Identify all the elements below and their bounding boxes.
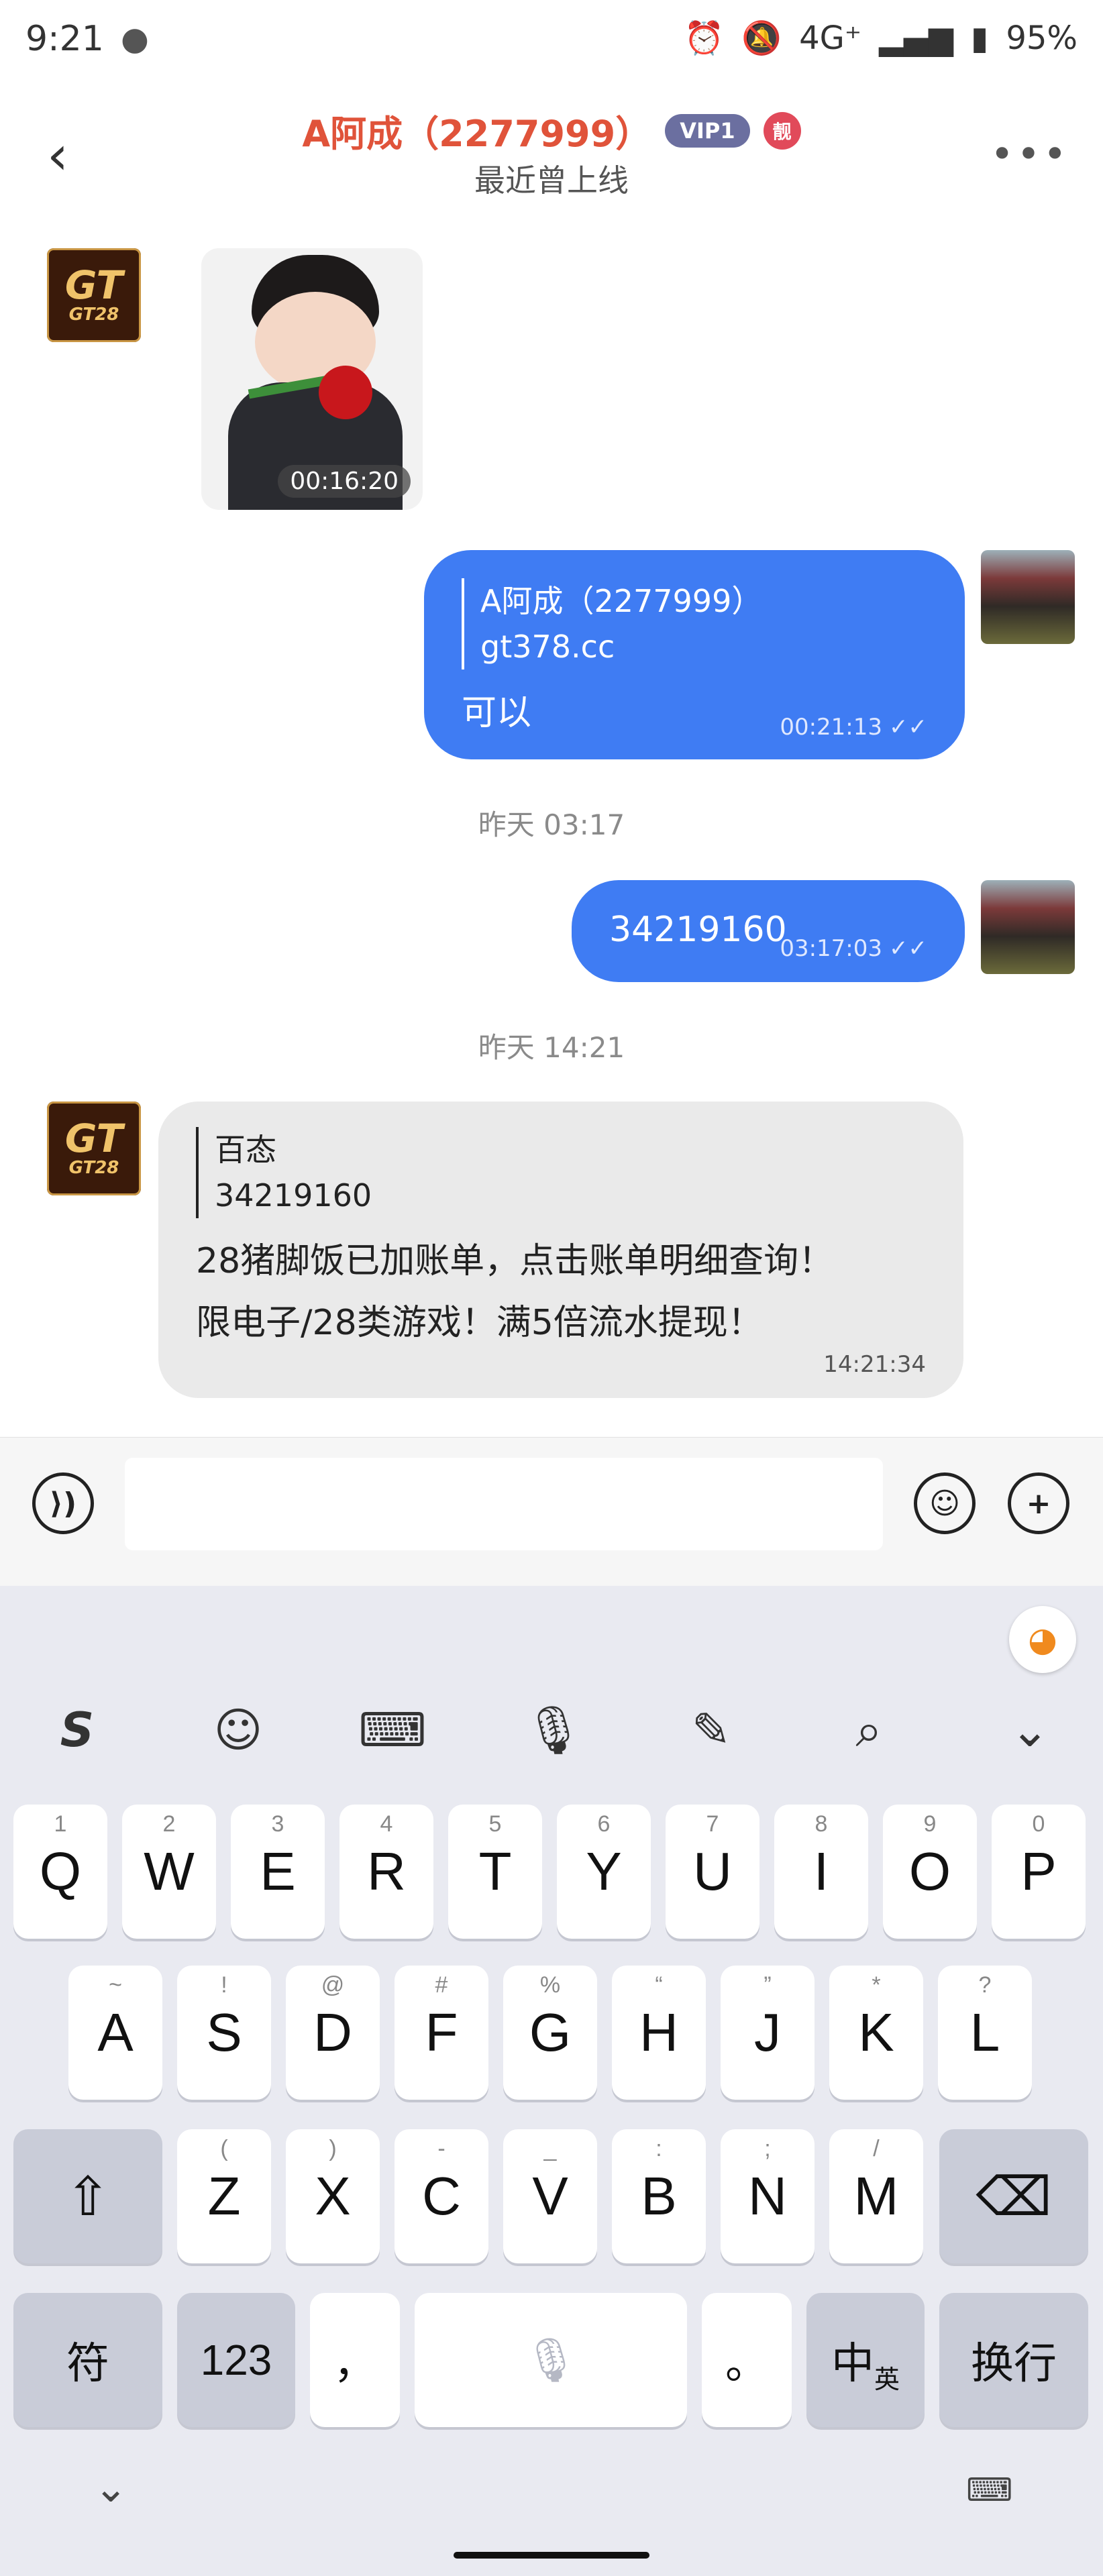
outgoing-message-bubble[interactable]: A阿成（2277999） gt378.cc 可以 00:21:13 ✓✓: [424, 550, 965, 759]
key-h[interactable]: “H: [612, 1966, 706, 2100]
emoji-face-icon[interactable]: ☺: [195, 1680, 282, 1780]
key-u[interactable]: 7U: [666, 1805, 759, 1939]
rose-image: [319, 366, 372, 419]
avatar-gt28[interactable]: GT GT28: [47, 248, 141, 342]
enter-key[interactable]: 换行: [939, 2293, 1088, 2427]
symbols-key[interactable]: 符: [13, 2293, 162, 2427]
key-p[interactable]: 0P: [992, 1805, 1086, 1939]
key-w[interactable]: 2W: [122, 1805, 216, 1939]
read-check-icon: ✓✓: [889, 714, 927, 741]
keyboard-layout-icon[interactable]: ⌨: [349, 1680, 436, 1780]
mascot-icon[interactable]: ◕: [1009, 1606, 1076, 1673]
mute-icon: 🔕: [741, 19, 782, 57]
status-time: 9:21: [25, 19, 104, 59]
keyboard-switch-icon[interactable]: ⌨: [966, 2471, 1012, 2509]
outgoing-message-bubble[interactable]: 34219160 03:17:03 ✓✓: [572, 880, 965, 982]
language-switch-key[interactable]: 中英: [806, 2293, 925, 2427]
space-key[interactable]: 🎙: [415, 2293, 687, 2427]
alarm-icon: ⏰: [684, 19, 725, 57]
key-v[interactable]: _ V: [503, 2129, 597, 2263]
key-m[interactable]: / M: [829, 2129, 923, 2263]
input-bar: ⟩) ☺ +: [0, 1437, 1103, 1587]
voice-input-icon[interactable]: ⟩): [32, 1472, 94, 1534]
keyboard-toolbar: S ☺ ⌨ 🎙 ✎ ⌕ ⌄: [0, 1680, 1103, 1780]
date-separator: 昨天 14:21: [478, 1031, 625, 1064]
key-e[interactable]: 3E: [231, 1805, 325, 1939]
network-type: 4G⁺: [799, 19, 862, 57]
shift-key[interactable]: ⇧: [13, 2129, 162, 2263]
key-k[interactable]: * K: [829, 1966, 923, 2100]
key-d[interactable]: @ D: [286, 1966, 380, 2100]
battery-level: 95%: [1006, 19, 1078, 57]
key-y[interactable]: 6Y: [557, 1805, 651, 1939]
key-g[interactable]: % G: [503, 1966, 597, 2100]
contact-name: A阿成（2277999）: [302, 113, 652, 155]
microphone-icon[interactable]: 🎙: [510, 1680, 597, 1780]
online-status: 最近曾上线: [474, 162, 629, 199]
message-time: 03:17:03: [780, 935, 883, 962]
chat-header: ‹ A阿成（2277999） VIP1 靓 最近曾上线 •••: [0, 84, 1103, 225]
handwriting-icon[interactable]: ✎: [668, 1680, 755, 1780]
key-z[interactable]: (Z: [177, 2129, 271, 2263]
key-b[interactable]: :B: [612, 2129, 706, 2263]
period-key[interactable]: 。: [702, 2293, 792, 2427]
message-text: 28猪脚饭已加账单，点击账单明细查询！ 限电子/28类游戏！满5倍流水提现！: [196, 1241, 834, 1343]
battery-icon: ▮: [970, 19, 989, 57]
read-check-icon: ✓✓: [889, 935, 927, 962]
emoji-icon[interactable]: ☺: [914, 1472, 976, 1534]
incoming-message-bubble[interactable]: 百态 34219160 28猪脚饭已加账单，点击账单明细查询！ 限电子/28类游…: [158, 1102, 963, 1398]
key-j[interactable]: ” J: [721, 1966, 815, 2100]
backspace-key[interactable]: ⌫: [939, 2129, 1088, 2263]
keyboard: ◕ S ☺ ⌨ 🎙 ✎ ⌕ ⌄ 1 Q 2 W 3 E 4 R 5 T 6 Y 7 U 8 I 9 O 0 P ~ A! S…: [0, 1586, 1103, 2576]
message-text: 可以: [462, 693, 532, 733]
key-n[interactable]: ; N: [721, 2129, 815, 2263]
avatar-self[interactable]: [981, 550, 1075, 644]
avatar-gt28[interactable]: GT GT28: [47, 1102, 141, 1195]
quote-block: A阿成（2277999） gt378.cc: [462, 578, 762, 669]
quote-text: gt378.cc: [480, 629, 615, 665]
quote-sender: 百态: [215, 1132, 276, 1168]
message-time: 00:21:13: [780, 714, 883, 741]
vip-badge: VIP1: [665, 113, 750, 148]
key-q[interactable]: 1Q: [13, 1805, 107, 1939]
key-r[interactable]: 4R: [339, 1805, 433, 1939]
collapse-keyboard-icon[interactable]: ⌄: [986, 1680, 1073, 1780]
key-o[interactable]: 9O: [883, 1805, 977, 1939]
add-icon[interactable]: +: [1008, 1472, 1069, 1534]
quote-text: 34219160: [215, 1177, 372, 1214]
status-bar: 9:21 ● ⏰ 🔕 4G⁺ ▂▄▆ ▮ 95%: [0, 0, 1103, 84]
key-a[interactable]: ~ A: [68, 1966, 162, 2100]
key-t[interactable]: 5T: [448, 1805, 542, 1939]
hide-keyboard-icon[interactable]: ⌄: [94, 2465, 127, 2512]
key-i[interactable]: 8I: [774, 1805, 868, 1939]
key-s[interactable]: ! S: [177, 1966, 271, 2100]
avatar-self[interactable]: [981, 880, 1075, 974]
numbers-key[interactable]: 123: [177, 2293, 295, 2427]
message-time: 14:21:34: [823, 1351, 926, 1378]
wechat-icon: ●: [121, 20, 149, 58]
more-icon[interactable]: •••: [990, 131, 1069, 178]
quote-sender: A阿成（2277999）: [480, 583, 763, 619]
comma-key[interactable]: ，: [310, 2293, 400, 2427]
signal-icon: ▂▄▆: [879, 19, 953, 57]
key-f[interactable]: # F: [395, 1966, 488, 2100]
swype-logo-icon[interactable]: S: [34, 1680, 121, 1780]
key-c[interactable]: -C: [395, 2129, 488, 2263]
search-icon[interactable]: ⌕: [825, 1680, 912, 1780]
quote-block: 百态 34219160: [196, 1127, 372, 1218]
key-x[interactable]: ) X: [286, 2129, 380, 2263]
message-time: 00:16:20: [278, 465, 411, 498]
home-indicator: [454, 2552, 649, 2559]
message-input[interactable]: [125, 1458, 883, 1550]
sticker-message[interactable]: 00:16:20: [201, 248, 423, 510]
liang-badge: 靓: [763, 111, 801, 150]
key-l[interactable]: ? L: [938, 1966, 1032, 2100]
date-separator: 昨天 03:17: [478, 808, 625, 841]
message-text: 34219160: [609, 910, 787, 950]
